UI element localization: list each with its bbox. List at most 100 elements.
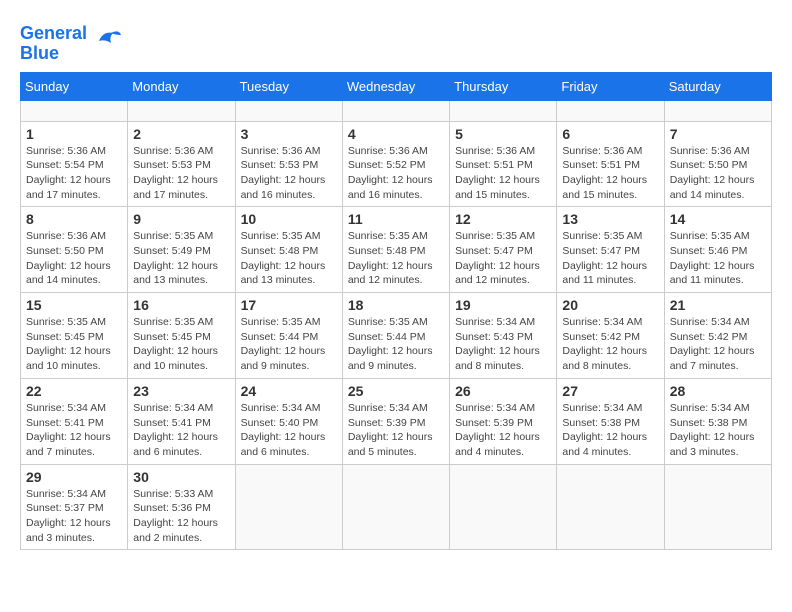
day-info: Sunrise: 5:34 AM Sunset: 5:41 PM Dayligh… xyxy=(133,401,229,460)
calendar-cell: 13Sunrise: 5:35 AM Sunset: 5:47 PM Dayli… xyxy=(557,207,664,293)
calendar-cell: 15 Sunrise: 5:35 AM Sunset: 5:45 PM Dayli… xyxy=(21,293,128,379)
calendar-cell: 5Sunrise: 5:36 AM Sunset: 5:51 PM Daylig… xyxy=(450,121,557,207)
day-number: 5 xyxy=(455,126,551,142)
day-number: 4 xyxy=(348,126,444,142)
day-info: Sunrise: 5:33 AM Sunset: 5:36 PM Dayligh… xyxy=(133,487,229,546)
calendar-cell: 2 Sunrise: 5:36 AM Sunset: 5:53 PM Daylig… xyxy=(128,121,235,207)
day-number: 12 xyxy=(455,211,551,227)
calendar-cell: 19 Sunrise: 5:34 AM Sunset: 5:43 PM Dayli… xyxy=(450,293,557,379)
calendar-week-row: 29Sunrise: 5:34 AM Sunset: 5:37 PM Dayli… xyxy=(21,464,772,550)
day-number: 14 xyxy=(670,211,766,227)
day-info: Sunrise: 5:34 AM Sunset: 5:38 PM Dayligh… xyxy=(670,401,766,460)
calendar-cell xyxy=(450,100,557,121)
calendar-cell: 17 Sunrise: 5:35 AM Sunset: 5:44 PM Dayli… xyxy=(235,293,342,379)
day-info: Sunrise: 5:35 AM Sunset: 5:44 PM Dayligh… xyxy=(241,315,337,374)
day-info: Sunrise: 5:36 AM Sunset: 5:52 PM Dayligh… xyxy=(348,144,444,203)
calendar-cell: 6Sunrise: 5:36 AM Sunset: 5:51 PM Daylig… xyxy=(557,121,664,207)
day-number: 18 xyxy=(348,297,444,313)
day-number: 23 xyxy=(133,383,229,399)
day-info: Sunrise: 5:35 AM Sunset: 5:44 PM Dayligh… xyxy=(348,315,444,374)
logo: General Blue xyxy=(20,24,123,64)
calendar-cell: 18 Sunrise: 5:35 AM Sunset: 5:44 PM Dayli… xyxy=(342,293,449,379)
calendar-cell: 12 Sunrise: 5:35 AM Sunset: 5:47 PM Dayli… xyxy=(450,207,557,293)
calendar-cell: 11Sunrise: 5:35 AM Sunset: 5:48 PM Dayli… xyxy=(342,207,449,293)
calendar-cell: 9 Sunrise: 5:35 AM Sunset: 5:49 PM Daylig… xyxy=(128,207,235,293)
day-info: Sunrise: 5:35 AM Sunset: 5:49 PM Dayligh… xyxy=(133,229,229,288)
calendar-cell: 20 Sunrise: 5:34 AM Sunset: 5:42 PM Dayli… xyxy=(557,293,664,379)
calendar-cell xyxy=(21,100,128,121)
day-number: 15 xyxy=(26,297,122,313)
day-number: 19 xyxy=(455,297,551,313)
day-info: Sunrise: 5:34 AM Sunset: 5:38 PM Dayligh… xyxy=(562,401,658,460)
day-info: Sunrise: 5:35 AM Sunset: 5:45 PM Dayligh… xyxy=(133,315,229,374)
calendar-cell xyxy=(235,464,342,550)
day-info: Sunrise: 5:36 AM Sunset: 5:53 PM Dayligh… xyxy=(133,144,229,203)
day-info: Sunrise: 5:34 AM Sunset: 5:42 PM Dayligh… xyxy=(562,315,658,374)
day-number: 9 xyxy=(133,211,229,227)
day-info: Sunrise: 5:36 AM Sunset: 5:54 PM Dayligh… xyxy=(26,144,122,203)
day-number: 8 xyxy=(26,211,122,227)
day-info: Sunrise: 5:35 AM Sunset: 5:48 PM Dayligh… xyxy=(348,229,444,288)
day-info: Sunrise: 5:34 AM Sunset: 5:39 PM Dayligh… xyxy=(348,401,444,460)
calendar-cell xyxy=(664,464,771,550)
calendar-cell: 1 Sunrise: 5:36 AM Sunset: 5:54 PM Daylig… xyxy=(21,121,128,207)
calendar-week-row: 15 Sunrise: 5:35 AM Sunset: 5:45 PM Dayli… xyxy=(21,293,772,379)
day-info: Sunrise: 5:35 AM Sunset: 5:46 PM Dayligh… xyxy=(670,229,766,288)
calendar-cell xyxy=(557,464,664,550)
day-of-week-header: Saturday xyxy=(664,72,771,100)
day-number: 24 xyxy=(241,383,337,399)
calendar-cell: 8Sunrise: 5:36 AM Sunset: 5:50 PM Daylig… xyxy=(21,207,128,293)
day-number: 21 xyxy=(670,297,766,313)
calendar-cell: 29Sunrise: 5:34 AM Sunset: 5:37 PM Dayli… xyxy=(21,464,128,550)
day-number: 7 xyxy=(670,126,766,142)
day-number: 28 xyxy=(670,383,766,399)
day-of-week-header: Tuesday xyxy=(235,72,342,100)
calendar-cell: 3Sunrise: 5:36 AM Sunset: 5:53 PM Daylig… xyxy=(235,121,342,207)
calendar-cell: 28 Sunrise: 5:34 AM Sunset: 5:38 PM Dayli… xyxy=(664,378,771,464)
calendar-cell: 23 Sunrise: 5:34 AM Sunset: 5:41 PM Dayli… xyxy=(128,378,235,464)
day-info: Sunrise: 5:34 AM Sunset: 5:42 PM Dayligh… xyxy=(670,315,766,374)
day-number: 3 xyxy=(241,126,337,142)
day-number: 10 xyxy=(241,211,337,227)
calendar-cell xyxy=(128,100,235,121)
calendar-week-row: 1 Sunrise: 5:36 AM Sunset: 5:54 PM Daylig… xyxy=(21,121,772,207)
calendar-cell: 27 Sunrise: 5:34 AM Sunset: 5:38 PM Dayli… xyxy=(557,378,664,464)
day-info: Sunrise: 5:34 AM Sunset: 5:37 PM Dayligh… xyxy=(26,487,122,546)
day-number: 1 xyxy=(26,126,122,142)
calendar-cell xyxy=(342,464,449,550)
day-number: 13 xyxy=(562,211,658,227)
day-of-week-header: Friday xyxy=(557,72,664,100)
calendar-cell xyxy=(235,100,342,121)
day-info: Sunrise: 5:35 AM Sunset: 5:48 PM Dayligh… xyxy=(241,229,337,288)
day-of-week-header: Sunday xyxy=(21,72,128,100)
calendar-cell: 7 Sunrise: 5:36 AM Sunset: 5:50 PM Daylig… xyxy=(664,121,771,207)
calendar-cell: 16 Sunrise: 5:35 AM Sunset: 5:45 PM Dayli… xyxy=(128,293,235,379)
day-info: Sunrise: 5:35 AM Sunset: 5:47 PM Dayligh… xyxy=(455,229,551,288)
logo-text: General Blue xyxy=(20,24,87,64)
day-number: 20 xyxy=(562,297,658,313)
calendar-cell: 25 Sunrise: 5:34 AM Sunset: 5:39 PM Dayli… xyxy=(342,378,449,464)
calendar-cell xyxy=(450,464,557,550)
day-number: 25 xyxy=(348,383,444,399)
day-info: Sunrise: 5:36 AM Sunset: 5:50 PM Dayligh… xyxy=(670,144,766,203)
day-number: 27 xyxy=(562,383,658,399)
day-of-week-header: Monday xyxy=(128,72,235,100)
day-info: Sunrise: 5:34 AM Sunset: 5:39 PM Dayligh… xyxy=(455,401,551,460)
calendar-week-row: 8Sunrise: 5:36 AM Sunset: 5:50 PM Daylig… xyxy=(21,207,772,293)
day-info: Sunrise: 5:34 AM Sunset: 5:41 PM Dayligh… xyxy=(26,401,122,460)
calendar-cell: 24Sunrise: 5:34 AM Sunset: 5:40 PM Dayli… xyxy=(235,378,342,464)
day-number: 6 xyxy=(562,126,658,142)
calendar-cell: 22Sunrise: 5:34 AM Sunset: 5:41 PM Dayli… xyxy=(21,378,128,464)
logo-bird-icon xyxy=(91,23,123,55)
day-info: Sunrise: 5:34 AM Sunset: 5:43 PM Dayligh… xyxy=(455,315,551,374)
calendar-cell xyxy=(557,100,664,121)
day-number: 16 xyxy=(133,297,229,313)
day-number: 17 xyxy=(241,297,337,313)
day-number: 26 xyxy=(455,383,551,399)
page-header: General Blue xyxy=(20,20,772,64)
day-number: 2 xyxy=(133,126,229,142)
calendar-cell xyxy=(664,100,771,121)
day-of-week-header: Wednesday xyxy=(342,72,449,100)
day-info: Sunrise: 5:35 AM Sunset: 5:45 PM Dayligh… xyxy=(26,315,122,374)
day-number: 30 xyxy=(133,469,229,485)
